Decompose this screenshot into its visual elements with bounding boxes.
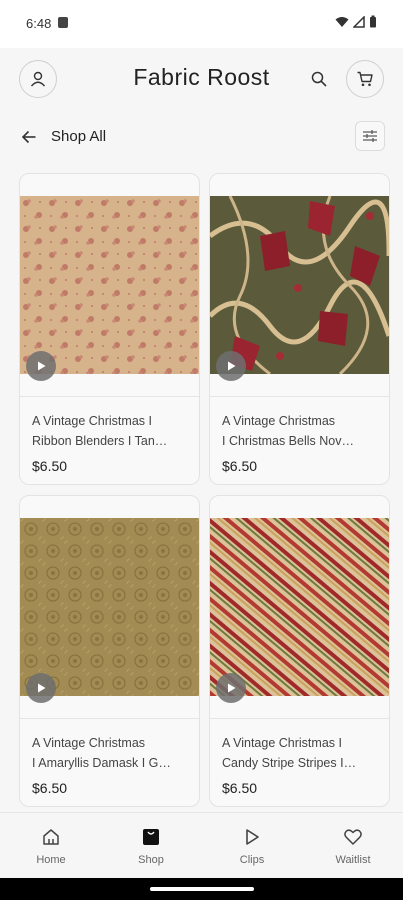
battery-icon xyxy=(370,15,376,28)
nav-clips[interactable]: Clips xyxy=(202,813,302,879)
play-icon xyxy=(228,361,236,371)
nav-shop-label: Shop xyxy=(138,854,164,866)
card-divider xyxy=(210,718,389,719)
product-name-line-2: Candy Stripe Stripes I… xyxy=(222,756,357,770)
product-price: $6.50 xyxy=(222,458,258,474)
play-icon xyxy=(38,361,46,371)
nav-clips-label: Clips xyxy=(239,854,265,866)
filter-icon xyxy=(363,130,377,142)
shop-bag-icon xyxy=(140,826,162,848)
product-name-line-2: I Amaryllis Damask I G… xyxy=(32,756,171,770)
product-name-line-1: A Vintage Christmas I xyxy=(32,414,152,428)
card-divider xyxy=(20,396,199,397)
card-divider xyxy=(20,718,199,719)
top-app-bar: Fabric Roost xyxy=(0,48,403,114)
product-name-line-1: A Vintage Christmas I xyxy=(222,736,342,750)
product-image[interactable] xyxy=(210,518,389,696)
play-icon xyxy=(228,683,236,693)
gesture-navigation-bar xyxy=(0,878,403,900)
play-video-button[interactable] xyxy=(216,351,246,381)
product-name: A Vintage Christmas I Candy Stripe Strip… xyxy=(222,733,382,773)
product-card[interactable]: A Vintage Christmas I Christmas Bells No… xyxy=(209,173,390,485)
back-arrow-icon xyxy=(21,130,36,144)
play-video-button[interactable] xyxy=(26,351,56,381)
product-name: A Vintage Christmas I Ribbon Blenders I … xyxy=(32,411,192,451)
notification-icon xyxy=(58,17,68,28)
product-card[interactable]: A Vintage Christmas I Amaryllis Damask I… xyxy=(19,495,200,807)
page-title: Shop All xyxy=(51,128,107,145)
clips-play-icon xyxy=(241,826,263,848)
play-icon xyxy=(38,683,46,693)
product-name: A Vintage Christmas I Christmas Bells No… xyxy=(222,411,382,451)
cart-icon xyxy=(357,71,373,87)
product-image[interactable] xyxy=(20,518,199,696)
bottom-navigation: Home Shop Clips Waitlist xyxy=(0,812,403,878)
product-name-line-2: Ribbon Blenders I Tan… xyxy=(32,434,168,448)
status-icons xyxy=(335,15,377,28)
search-icon xyxy=(311,71,327,87)
filter-button[interactable] xyxy=(355,121,385,151)
page-header: Shop All xyxy=(0,118,403,156)
product-card[interactable]: A Vintage Christmas I Candy Stripe Strip… xyxy=(209,495,390,807)
product-name-line-1: A Vintage Christmas xyxy=(222,414,336,428)
wifi-icon xyxy=(335,16,349,27)
play-video-button[interactable] xyxy=(216,673,246,703)
app-screen: Fabric Roost Shop All A Vintage Christma… xyxy=(0,48,403,878)
status-time: 6:48 xyxy=(26,16,52,31)
product-name-line-1: A Vintage Christmas xyxy=(32,736,146,750)
nav-shop[interactable]: Shop xyxy=(101,813,201,879)
product-name: A Vintage Christmas I Amaryllis Damask I… xyxy=(32,733,192,773)
cart-button[interactable] xyxy=(346,60,384,98)
search-button[interactable] xyxy=(306,66,332,92)
signal-icon xyxy=(353,15,365,28)
product-price: $6.50 xyxy=(32,458,68,474)
product-price: $6.50 xyxy=(222,780,258,796)
brand-title: Fabric Roost xyxy=(133,64,270,90)
product-price: $6.50 xyxy=(32,780,68,796)
product-name-line-2: I Christmas Bells Nov… xyxy=(222,434,354,448)
play-video-button[interactable] xyxy=(26,673,56,703)
product-card[interactable]: A Vintage Christmas I Ribbon Blenders I … xyxy=(19,173,200,485)
product-image[interactable] xyxy=(20,196,199,374)
home-gesture-handle[interactable] xyxy=(150,887,254,891)
nav-home[interactable]: Home xyxy=(1,813,101,879)
nav-waitlist[interactable]: Waitlist xyxy=(303,813,403,879)
home-icon xyxy=(40,826,62,848)
nav-home-label: Home xyxy=(36,854,66,866)
nav-waitlist-label: Waitlist xyxy=(335,854,371,866)
heart-icon xyxy=(342,826,364,848)
card-divider xyxy=(210,396,389,397)
back-button[interactable] xyxy=(18,126,40,148)
product-image[interactable] xyxy=(210,196,389,374)
status-bar: 6:48 xyxy=(0,0,403,48)
